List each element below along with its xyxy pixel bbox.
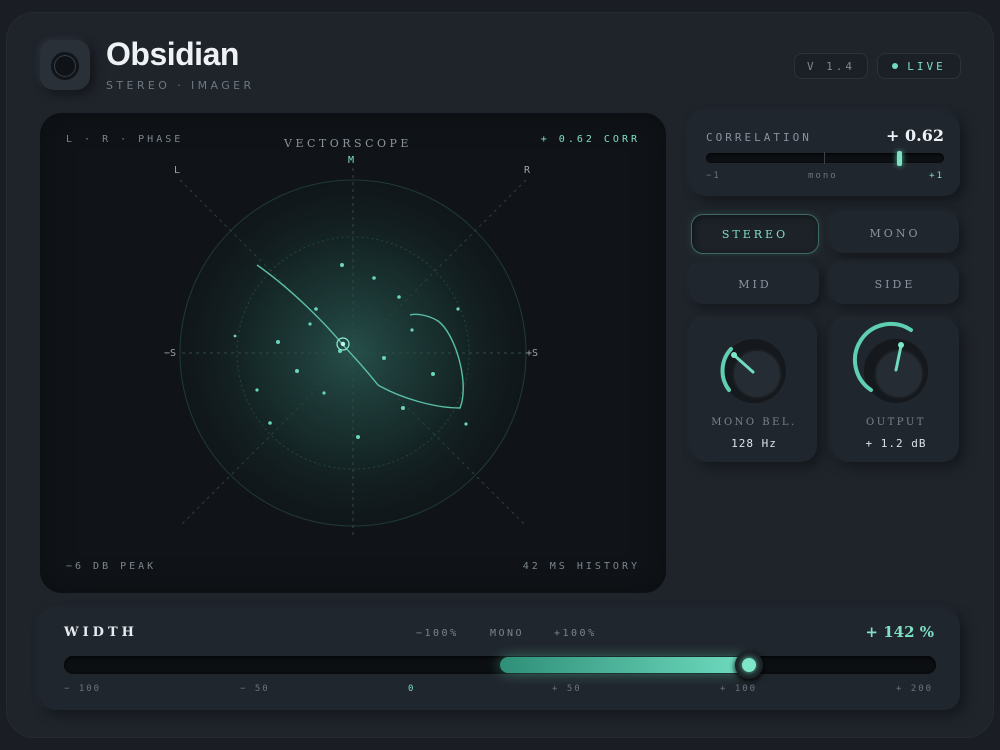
width-tick-plus-50: + 50 — [552, 684, 582, 694]
scope-title: VECTORSCOPE — [284, 137, 412, 150]
logo-icon — [40, 40, 90, 90]
width-tick-plus-200: + 200 — [896, 684, 934, 694]
scope-axis-pos-s-label: +S — [526, 348, 539, 359]
width-panel: WIDTH −100% MONO +100% + 142 % − 100 − 5… — [40, 610, 960, 710]
mono-below-value: 128 Hz — [731, 437, 777, 450]
width-value: + 142 % — [865, 623, 934, 641]
vectorscope-panel: L · R · PHASE VECTORSCOPE + 0.62 CORR M … — [40, 113, 666, 593]
scope-axis-m-label: M — [348, 155, 355, 166]
scope-axis-r-label: R — [524, 165, 531, 176]
scope-axis-neg-s-label: −S — [164, 348, 177, 359]
version-badge: V 1.4 — [794, 53, 868, 79]
width-tick-minus-100: − 100 — [64, 684, 102, 694]
scope-peak-label: −6 DB PEAK — [66, 561, 157, 572]
output-knob-card: OUTPUT + 1.2 dB — [833, 319, 959, 462]
width-tick-minus-50: − 50 — [240, 684, 270, 694]
output-label: OUTPUT — [866, 417, 926, 428]
width-tick-zero: 0 — [408, 684, 416, 694]
correlation-max-label: +1 — [929, 171, 944, 181]
width-tick-plus-100: + 100 — [720, 684, 758, 694]
app-title: Obsidian — [106, 36, 239, 72]
mode-button-mono[interactable]: MONO — [831, 213, 959, 253]
width-preset-plus-100[interactable]: +100% — [554, 628, 597, 639]
width-title: WIDTH — [64, 625, 138, 640]
output-value: + 1.2 dB — [865, 437, 927, 450]
mono-below-label: MONO BEL. — [711, 417, 797, 428]
vectorscope-display — [179, 168, 527, 538]
width-slider[interactable] — [64, 651, 936, 679]
live-indicator[interactable]: LIVE — [877, 53, 961, 79]
mode-button-stereo[interactable]: STEREO — [691, 214, 819, 254]
correlation-track — [706, 151, 944, 166]
width-preset-mono[interactable]: MONO — [490, 628, 524, 639]
scope-history-label: 42 MS HISTORY — [522, 561, 640, 572]
output-knob[interactable] — [833, 319, 959, 419]
scope-mode-label: L · R · PHASE — [66, 134, 184, 145]
correlation-meter: CORRELATION + 0.62 −1 mono +1 — [690, 113, 960, 196]
correlation-min-label: −1 — [706, 171, 721, 181]
mono-below-knob[interactable] — [691, 319, 817, 419]
correlation-indicator — [896, 151, 902, 166]
width-slider-thumb[interactable] — [734, 651, 763, 679]
live-label: LIVE — [907, 59, 946, 73]
mono-below-knob-card: MONO BEL. 128 Hz — [691, 319, 817, 462]
app-subtitle: STEREO · IMAGER — [106, 79, 255, 92]
scope-corr-readout: + 0.62 CORR — [540, 134, 640, 145]
width-slider-fill — [500, 657, 749, 673]
version-label: V 1.4 — [806, 59, 856, 73]
live-dot-icon — [892, 63, 899, 69]
mode-button-mid[interactable]: MID — [691, 264, 819, 304]
mode-button-side[interactable]: SIDE — [831, 264, 959, 304]
width-preset-minus-100[interactable]: −100% — [416, 628, 459, 639]
correlation-value: + 0.62 — [886, 126, 944, 145]
correlation-label: CORRELATION — [706, 131, 812, 144]
scope-axis-l-label: L — [174, 165, 181, 176]
correlation-mid-label: mono — [808, 171, 838, 181]
